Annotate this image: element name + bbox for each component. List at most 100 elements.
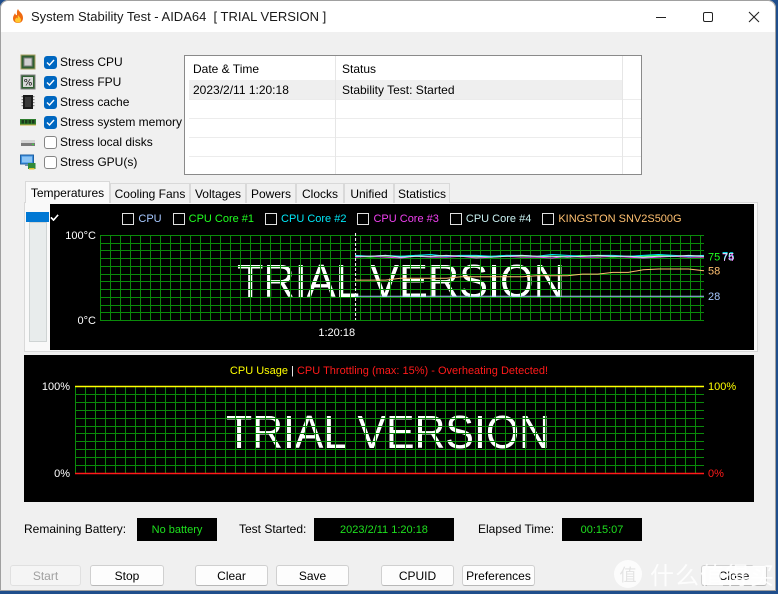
preferences-button[interactable]: Preferences <box>462 565 535 586</box>
clear-button[interactable]: Clear <box>195 565 268 586</box>
legend-item-cpu-core-2[interactable]: CPU Core #2 <box>50 213 347 225</box>
title-separator: | <box>288 365 297 377</box>
y-tick-label-right: 0% <box>708 468 724 480</box>
current-value-label: 58 <box>708 266 720 278</box>
stress-disks-checkbox[interactable] <box>44 135 57 149</box>
battery-value: No battery <box>137 518 217 541</box>
option-stress-fpu[interactable]: % Stress FPU <box>20 72 185 92</box>
svg-text:%: % <box>24 79 33 89</box>
cpu-usage-chart: TRIAL VERSION 100% 0% 100% 0% CPU Usage | CP… <box>24 355 754 502</box>
fpu-icon: % <box>20 74 36 90</box>
cpuid-button[interactable]: CPUID <box>381 565 454 586</box>
elapsed-time-value: 00:15:07 <box>562 518 642 541</box>
current-value-label: 75 <box>708 251 720 263</box>
stress-gpu-label: Stress GPU(s) <box>60 155 138 169</box>
current-value-label: 28 <box>708 291 720 303</box>
gpu-monitor-icon <box>20 154 36 170</box>
window-title: System Stability Test - AIDA64 [ TRIAL V… <box>31 9 327 24</box>
y-tick-label: 100°C <box>65 230 96 242</box>
stress-cache-label: Stress cache <box>60 95 130 109</box>
column-divider <box>335 56 336 174</box>
title-bar[interactable]: System Stability Test - AIDA64 [ TRIAL V… <box>1 1 775 32</box>
maximize-icon <box>703 11 713 22</box>
minimize-icon <box>656 16 666 18</box>
x-tick-label: 1:20:18 <box>318 327 355 339</box>
option-stress-cache[interactable]: Stress cache <box>20 92 185 112</box>
stress-cpu-checkbox[interactable] <box>44 55 57 69</box>
tab-temperatures[interactable]: Temperatures <box>25 181 110 203</box>
column-header-status[interactable]: Status <box>342 62 376 76</box>
test-started-label: Test Started: <box>239 522 307 536</box>
legend-label: CPU Core #2 <box>281 213 347 225</box>
tab-statistics[interactable]: Statistics <box>394 183 450 203</box>
legend-checkbox[interactable] <box>50 213 135 225</box>
stress-disks-label: Stress local disks <box>60 135 153 149</box>
trial-version-watermark: TRIAL VERSION <box>226 406 550 458</box>
temperature-chart-canvas: TRIAL VERSION100°C0°C1:20:18287576747558 <box>65 230 734 339</box>
legend-item-cpu[interactable]: CPU <box>50 213 162 225</box>
legend-label: KINGSTON SNV2S500G <box>558 213 682 225</box>
close-icon <box>748 11 760 22</box>
legend-item-kingston-ssd[interactable]: KINGSTON SNV2S500G <box>50 213 682 225</box>
cpu-usage-chart-title: CPU Usage | CPU Throttling (max: 15%) - … <box>24 365 754 377</box>
row-divider <box>189 118 641 119</box>
temperature-legend: CPU CPU Core #1 CPU Core #2 CPU Core #3 … <box>50 213 754 225</box>
column-divider <box>622 56 623 174</box>
stress-cache-checkbox[interactable] <box>44 95 57 109</box>
sensor-scroll-track[interactable] <box>29 222 47 342</box>
legend-checkbox[interactable] <box>50 213 278 225</box>
y-tick-label-left: 100% <box>42 381 70 393</box>
column-header-date-time[interactable]: Date & Time <box>193 62 259 76</box>
close-button[interactable]: Close <box>701 565 767 586</box>
memory-module-icon <box>20 119 36 126</box>
minimize-button[interactable] <box>638 1 684 32</box>
cpu-usage-chart-canvas: TRIAL VERSION 100% 0% 100% 0% <box>42 381 736 480</box>
legend-item-cpu-core-4[interactable]: CPU Core #4 <box>50 213 532 225</box>
legend-checkbox[interactable] <box>50 213 185 225</box>
row-status: Stability Test: Started <box>342 83 455 97</box>
event-log-table[interactable]: Date & Time Status 2023/2/11 1:20:18 Sta… <box>184 55 642 175</box>
start-button[interactable]: Start <box>10 565 81 586</box>
stress-memory-checkbox[interactable] <box>44 115 57 129</box>
option-stress-system-memory[interactable]: Stress system memory <box>20 112 185 132</box>
test-started-value: 2023/2/11 1:20:18 <box>314 518 454 541</box>
save-button[interactable]: Save <box>276 565 349 586</box>
row-divider <box>189 137 641 138</box>
stress-memory-label: Stress system memory <box>60 115 183 129</box>
legend-item-cpu-core-3[interactable]: CPU Core #3 <box>50 213 439 225</box>
battery-label: Remaining Battery: <box>24 522 127 536</box>
cache-chip-icon <box>21 95 35 109</box>
cpu-chip-icon <box>20 54 36 70</box>
close-window-button[interactable] <box>731 1 776 32</box>
y-tick-label-right: 100% <box>708 381 736 393</box>
tab-voltages[interactable]: Voltages <box>190 183 246 203</box>
option-stress-local-disks[interactable]: Stress local disks <box>20 132 185 152</box>
option-stress-gpu[interactable]: Stress GPU(s) <box>20 152 185 172</box>
legend-item-cpu-core-1[interactable]: CPU Core #1 <box>50 213 255 225</box>
title-throttling-warning: CPU Throttling (max: 15%) - Overheating … <box>296 365 549 377</box>
row-divider <box>189 99 641 100</box>
row-divider <box>189 156 641 157</box>
tab-cooling-fans[interactable]: Cooling Fans <box>110 183 190 203</box>
legend-checkbox[interactable] <box>50 213 555 225</box>
table-row[interactable]: 2023/2/11 1:20:18 Stability Test: Starte… <box>189 80 622 99</box>
tab-clocks[interactable]: Clocks <box>296 183 344 203</box>
stop-button[interactable]: Stop <box>90 565 164 586</box>
legend-checkbox[interactable] <box>50 213 462 225</box>
hard-disk-icon <box>21 140 35 146</box>
stress-fpu-checkbox[interactable] <box>44 75 57 89</box>
option-stress-cpu[interactable]: Stress CPU <box>20 52 185 72</box>
maximize-button[interactable] <box>685 1 731 32</box>
tab-unified[interactable]: Unified <box>344 183 394 203</box>
temperature-chart: TRIAL VERSION100°C0°C1:20:18287576747558… <box>50 204 754 350</box>
y-tick-label-left: 0% <box>54 468 70 480</box>
watermark-badge: 值 <box>614 559 642 588</box>
legend-label: CPU Core #1 <box>188 213 255 225</box>
legend-checkbox[interactable] <box>50 213 370 225</box>
legend-label: CPU Core #4 <box>465 213 532 225</box>
stress-gpu-checkbox[interactable] <box>44 155 57 169</box>
stress-cpu-label: Stress CPU <box>60 55 123 69</box>
sensor-scroll-thumb[interactable] <box>26 212 49 222</box>
flame-icon <box>13 9 23 23</box>
tab-powers[interactable]: Powers <box>246 183 296 203</box>
